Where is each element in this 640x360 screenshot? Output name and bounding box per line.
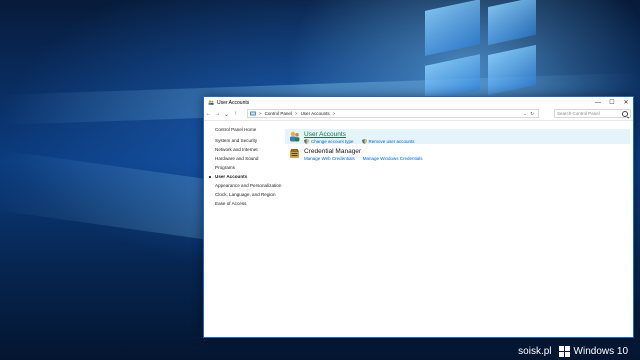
window-logo-pane <box>488 0 536 46</box>
forward-button[interactable]: → <box>213 111 222 117</box>
watermark: soisk.pl Windows 10 <box>518 346 628 357</box>
uac-shield-icon <box>304 139 309 144</box>
change-account-type-link[interactable]: Change account type <box>304 139 354 144</box>
back-button[interactable]: ← <box>204 111 213 117</box>
control-panel-icon <box>250 111 256 116</box>
address-bar[interactable]: > Control Panel > User Accounts > ⌄ ↻ <box>247 109 539 118</box>
sidebar-item-ease-of-access[interactable]: Ease of Access <box>215 201 285 206</box>
user-accounts-window-icon <box>208 100 214 105</box>
control-panel-window: User Accounts — ☐ ✕ ← → ⌄ ↑ > Control Pa… <box>203 96 634 338</box>
sidebar-item-network-and-internet[interactable]: Network and Internet <box>215 147 285 152</box>
title-bar[interactable]: User Accounts — ☐ ✕ <box>204 97 633 108</box>
watermark-site: soisk.pl <box>518 346 552 357</box>
address-dropdown-button[interactable]: ⌄ <box>523 111 527 117</box>
sidebar-item-control-panel-home[interactable]: Control Panel Home <box>215 127 285 132</box>
category-heading-credential-manager[interactable]: Credential Manager <box>304 148 361 155</box>
search-input[interactable]: Search Control Panel <box>557 111 600 116</box>
sidebar-item-system-and-security[interactable]: System and Security <box>215 138 285 143</box>
user-accounts-icon <box>290 131 300 142</box>
window-logo-pane <box>425 0 480 56</box>
recent-locations-button[interactable]: ⌄ <box>222 111 231 118</box>
breadcrumb-user-accounts[interactable]: User Accounts <box>301 111 330 116</box>
refresh-button[interactable]: ↻ <box>530 111 534 117</box>
sidebar-item-programs[interactable]: Programs <box>215 165 285 170</box>
category-heading-user-accounts[interactable]: User Accounts <box>304 131 346 138</box>
sidebar-item-hardware-and-sound[interactable]: Hardware and Sound <box>215 156 285 161</box>
watermark-product: Windows 10 <box>573 346 628 357</box>
uac-shield-icon <box>361 139 367 144</box>
up-button[interactable]: ↑ <box>231 111 240 117</box>
sidebar-item-clock-language-region[interactable]: Clock, Language, and Region <box>215 192 285 197</box>
window-title: User Accounts <box>217 99 250 106</box>
breadcrumb-separator: > <box>259 111 262 116</box>
breadcrumb-control-panel[interactable]: Control Panel <box>265 111 292 116</box>
breadcrumb-separator: > <box>332 111 336 116</box>
search-box[interactable]: Search Control Panel <box>554 109 631 118</box>
change-account-type-label: Change account type <box>311 139 354 144</box>
breadcrumb-separator: > <box>294 111 298 116</box>
manage-web-credentials-link[interactable]: Manage Web Credentials <box>304 156 355 161</box>
manage-windows-credentials-link[interactable]: Manage Windows Credentials <box>363 156 423 161</box>
search-icon[interactable] <box>622 111 628 117</box>
credential-manager-icon <box>290 149 299 158</box>
sidebar: Control Panel Home System and Security N… <box>209 127 285 210</box>
sidebar-item-appearance-and-personalization[interactable]: Appearance and Personalization <box>215 183 285 188</box>
sidebar-item-user-accounts[interactable]: User Accounts <box>209 174 285 179</box>
maximize-button[interactable]: ☐ <box>605 97 619 108</box>
remove-user-accounts-label: Remove user accounts <box>368 139 415 144</box>
close-button[interactable]: ✕ <box>619 97 633 108</box>
minimize-button[interactable]: — <box>591 97 605 108</box>
remove-user-accounts-link[interactable]: Remove user accounts <box>361 139 415 144</box>
windows-logo-icon <box>558 346 570 357</box>
